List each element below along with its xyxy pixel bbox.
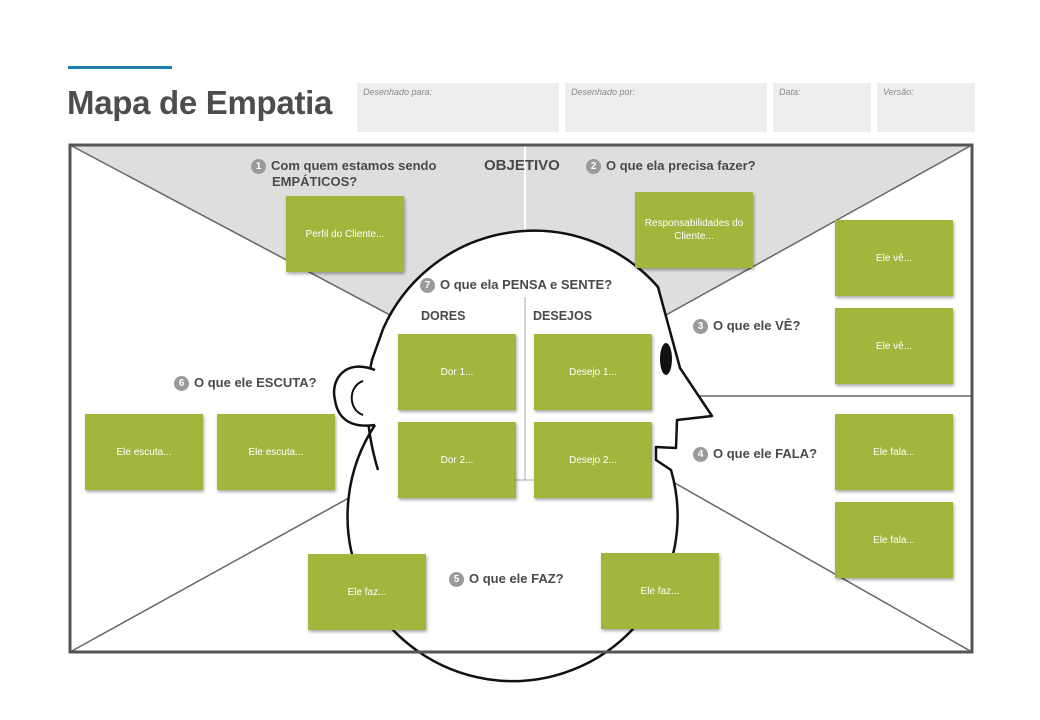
section-empathy-line1: Com quem estamos sendo (271, 158, 437, 173)
gains-heading: DESEJOS (533, 309, 593, 323)
section-empathy-line2: EMPÁTICOS? (272, 174, 358, 189)
section-need-label: 2 O que ela precisa fazer? (586, 158, 756, 174)
section-says-label: 4 O que ele FALA? (693, 446, 817, 462)
note-pain-1[interactable]: Dor 1... (398, 334, 516, 410)
section-sees-label: 3 O que ele VÊ? (693, 318, 800, 334)
section-sees-text: O que ele VÊ? (713, 318, 801, 333)
section-says-number: 4 (693, 447, 708, 462)
note-does-2[interactable]: Ele faz... (601, 553, 719, 629)
section-does-number: 5 (449, 572, 464, 587)
note-gain-2[interactable]: Desejo 2... (534, 422, 652, 498)
eye-icon (660, 343, 672, 375)
section-empathy-label: 1 Com quem estamos sendo EMPÁTICOS? (251, 158, 436, 190)
section-hears-text: O que ele ESCUTA? (194, 375, 317, 390)
section-hears-number: 6 (174, 376, 189, 391)
note-says-1[interactable]: Ele fala... (835, 414, 953, 490)
note-does-1[interactable]: Ele faz... (308, 554, 426, 630)
section-thinks-label: 7 O que ela PENSA e SENTE? (420, 277, 612, 293)
section-need-text: O que ela precisa fazer? (606, 158, 756, 173)
note-hears-2[interactable]: Ele escuta... (217, 414, 335, 490)
section-says-text: O que ele FALA? (713, 446, 818, 461)
section-need-number: 2 (586, 159, 601, 174)
ear-icon (332, 365, 376, 427)
note-gain-1[interactable]: Desejo 1... (534, 334, 652, 410)
note-sees-2[interactable]: Ele vê... (835, 308, 953, 384)
goal-heading: OBJETIVO (484, 157, 560, 174)
section-hears-label: 6 O que ele ESCUTA? (174, 375, 317, 391)
note-says-2[interactable]: Ele fala... (835, 502, 953, 578)
note-pain-2[interactable]: Dor 2... (398, 422, 516, 498)
section-does-label: 5 O que ele FAZ? (449, 571, 564, 587)
section-does-text: O que ele FAZ? (469, 571, 564, 586)
section-thinks-text: O que ela PENSA e SENTE? (440, 277, 613, 292)
section-thinks-number: 7 (420, 278, 435, 293)
section-empathy-number: 1 (251, 159, 266, 174)
note-customer-profile[interactable]: Perfil do Cliente... (286, 196, 404, 272)
note-hears-1[interactable]: Ele escuta... (85, 414, 203, 490)
note-sees-1[interactable]: Ele vê... (835, 220, 953, 296)
note-customer-responsibilities[interactable]: Responsabilidades do Cliente... (635, 192, 753, 268)
pains-heading: DORES (421, 309, 466, 323)
section-sees-number: 3 (693, 319, 708, 334)
